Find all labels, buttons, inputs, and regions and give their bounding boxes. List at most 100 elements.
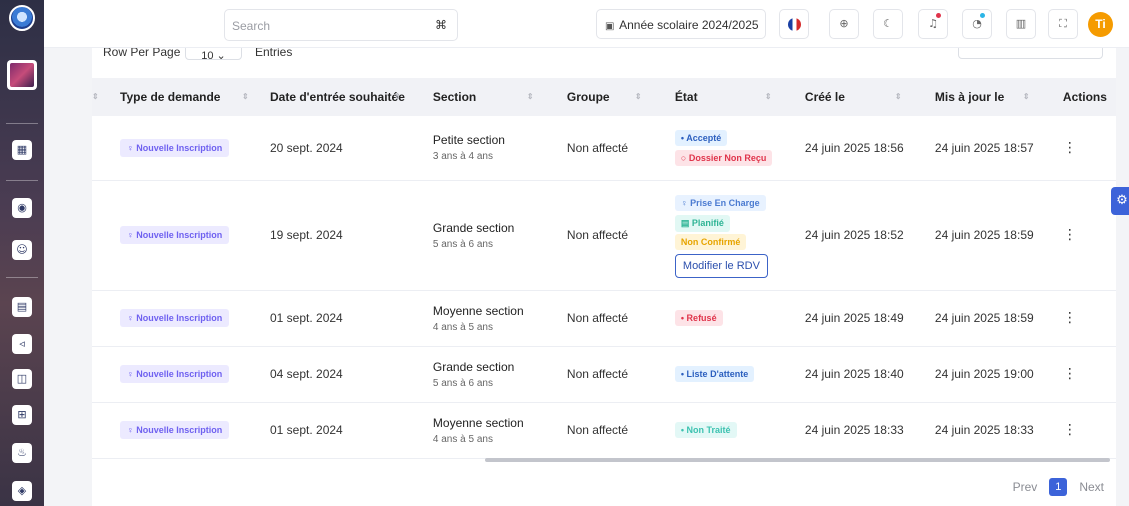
table-row[interactable]: ♀ Nouvelle Inscription 19 sept. 2024 Gra… — [92, 180, 1116, 291]
plus-circle-icon: ⊕ — [839, 17, 849, 30]
created-date: 24 juin 2025 18:33 — [776, 402, 907, 459]
status-badge: • Refusé — [674, 310, 723, 326]
status-badge: Non Confirmé — [674, 233, 747, 250]
notification-dot — [936, 13, 941, 18]
search-box[interactable]: Search ⌘ — [224, 9, 458, 41]
group-value: Non affecté — [538, 346, 647, 403]
status-badge: ▤ Planifié — [674, 214, 730, 232]
entries-label: Entries — [255, 48, 293, 59]
app-logo[interactable] — [9, 5, 35, 31]
created-date: 24 juin 2025 18:52 — [776, 180, 907, 291]
chart-icon: ▥ — [1015, 17, 1027, 30]
status-badge: • Accepté — [674, 129, 728, 146]
row-actions-menu-icon[interactable]: ⋮ — [1063, 422, 1077, 438]
fullscreen-button[interactable]: ⛶ — [1048, 9, 1078, 39]
add-circle-button[interactable]: ⊕ — [829, 9, 859, 39]
language-button[interactable] — [779, 9, 809, 39]
updated-date: 24 juin 2025 18:59 — [906, 180, 1035, 291]
col-etat-header[interactable]: État ⇕ — [647, 78, 777, 116]
bell-icon: ♫ — [928, 17, 938, 30]
status-badge: ♀ Prise En Charge — [674, 194, 766, 211]
table-row[interactable]: ♀ Nouvelle Inscription 01 sept. 2024 Moy… — [92, 290, 1116, 347]
col-type-header[interactable]: ⇕ Type de demande ⇕ — [92, 78, 249, 116]
request-type-badge: ♀ Nouvelle Inscription — [120, 365, 230, 383]
row-actions-menu-icon[interactable]: ⋮ — [1063, 310, 1077, 326]
horizontal-scrollbar[interactable] — [485, 458, 1110, 462]
chat-icon: ◔ — [972, 17, 982, 30]
fullscreen-icon: ⛶ — [1059, 17, 1067, 30]
group-value: Non affecté — [538, 402, 647, 459]
restaurant-icon[interactable]: ♨ — [12, 443, 32, 463]
status-badge: ○ Dossier Non Reçu — [674, 149, 773, 166]
rows-per-page-select[interactable]: 10 ⌄ — [185, 48, 242, 62]
tag-icon[interactable]: ◈ — [12, 481, 32, 501]
page-1-button[interactable]: 1 — [1049, 478, 1068, 496]
user-avatar[interactable]: Ti — [1088, 12, 1113, 37]
table-row[interactable]: ♀ Nouvelle Inscription 20 sept. 2024 Pet… — [92, 116, 1116, 181]
dark-mode-button[interactable]: ☾ — [873, 9, 903, 39]
status-badge: • Non Traité — [674, 422, 737, 438]
prev-page-button[interactable]: Prev — [1013, 480, 1038, 494]
dashboard-icon[interactable]: ▦ — [12, 140, 32, 160]
request-type-badge: ♀ Nouvelle Inscription — [120, 309, 230, 327]
col-section-header[interactable]: Section ⇕ — [405, 78, 539, 116]
section-ages: 3 ans à 4 ans — [432, 151, 493, 163]
stats-button[interactable]: ▥ — [1006, 9, 1036, 39]
section-name: Moyenne section — [432, 415, 524, 430]
sidebar-divider — [6, 180, 38, 181]
grid-icon[interactable]: ⊞ — [12, 405, 32, 425]
message-dot — [980, 13, 985, 18]
france-flag-icon — [788, 18, 801, 31]
search-input[interactable]: Search — [232, 19, 270, 33]
updated-date: 24 juin 2025 19:00 — [906, 346, 1035, 403]
row-actions-menu-icon[interactable]: ⋮ — [1063, 366, 1077, 382]
document-icon[interactable]: ▤ — [12, 297, 32, 317]
edit-appointment-button[interactable]: Modifier le RDV — [674, 253, 768, 278]
table-header-row: ⇕ Type de demande ⇕ Date d'entrée souhaité… — [92, 78, 1116, 116]
request-type-badge: ♀ Nouvelle Inscription — [120, 138, 230, 157]
created-date: 24 juin 2025 18:56 — [776, 116, 907, 181]
book-icon[interactable]: ◫ — [12, 369, 32, 389]
section-name: Grande section — [432, 359, 515, 374]
desired-date: 04 sept. 2024 — [242, 346, 405, 403]
sidebar-divider — [6, 123, 38, 124]
sidebar: ▦ ◉ ☺ ▤ ◃ ◫ ⊞ ♨ ◈ — [0, 0, 44, 506]
rocket-icon[interactable]: ◃ — [12, 334, 32, 354]
request-type-badge: ♀ Nouvelle Inscription — [120, 421, 230, 439]
col-maj-header[interactable]: Mis à jour le ⇕ — [907, 78, 1035, 116]
desired-date: 01 sept. 2024 — [242, 402, 405, 459]
school-year-label: Année scolaire 2024/2025 — [619, 18, 759, 32]
notifications-button[interactable]: ♫ — [918, 9, 948, 39]
col-date-header[interactable]: Date d'entrée souhaitée ⇕ — [242, 78, 405, 116]
users-icon[interactable]: ☺ — [12, 240, 32, 260]
pagination: Prev 1 Next — [1013, 478, 1104, 496]
command-icon: ⌘ — [435, 18, 447, 32]
table-row[interactable]: ♀ Nouvelle Inscription 01 sept. 2024 Moy… — [92, 402, 1116, 459]
graduation-icon[interactable]: ◉ — [12, 198, 32, 218]
messages-button[interactable]: ◔ — [962, 9, 992, 39]
section-ages: 4 ans à 5 ans — [432, 321, 493, 333]
section-name: Moyenne section — [432, 303, 524, 318]
created-date: 24 juin 2025 18:49 — [776, 290, 907, 347]
col-cree-header[interactable]: Créé le ⇕ — [777, 78, 907, 116]
sidebar-divider — [6, 277, 38, 278]
group-value: Non affecté — [538, 116, 647, 181]
col-groupe-header[interactable]: Groupe ⇕ — [539, 78, 647, 116]
desired-date: 20 sept. 2024 — [242, 116, 405, 181]
section-ages: 4 ans à 5 ans — [432, 433, 493, 445]
table-row[interactable]: ♀ Nouvelle Inscription 04 sept. 2024 Gra… — [92, 346, 1116, 403]
group-value: Non affecté — [538, 180, 647, 291]
desired-date: 19 sept. 2024 — [242, 180, 405, 291]
section-name: Grande section — [432, 220, 515, 235]
row-actions-menu-icon[interactable]: ⋮ — [1063, 227, 1077, 243]
updated-date: 24 juin 2025 18:33 — [906, 402, 1035, 459]
row-actions-menu-icon[interactable]: ⋮ — [1063, 140, 1077, 156]
school-avatar[interactable] — [7, 60, 37, 90]
top-bar: Search ⌘ ▣ Année scolaire 2024/2025 ⊕ ☾ … — [44, 0, 1129, 48]
table-search-input[interactable] — [958, 48, 1103, 59]
col-actions-header[interactable]: Actions⇕ — [1035, 78, 1116, 116]
request-type-badge: ♀ Nouvelle Inscription — [120, 226, 230, 244]
next-page-button[interactable]: Next — [1079, 480, 1104, 494]
school-year-selector[interactable]: ▣ Année scolaire 2024/2025 — [596, 9, 766, 39]
settings-gear-icon[interactable]: ⚙ — [1111, 187, 1129, 215]
